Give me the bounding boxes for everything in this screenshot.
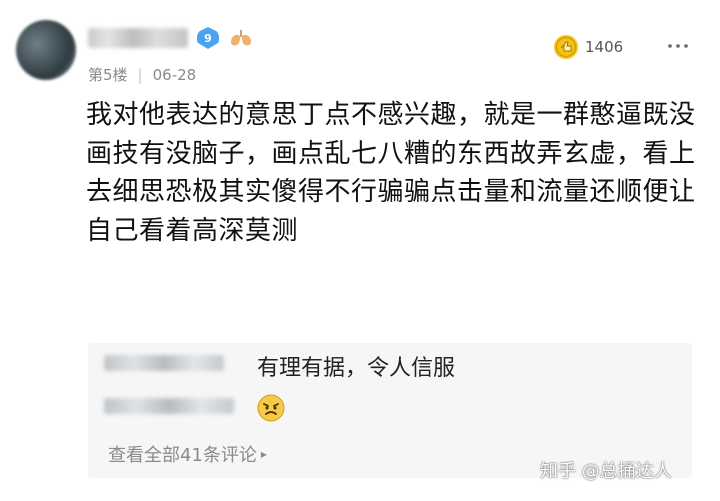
view-all-label: 查看全部41条评论 <box>108 445 257 466</box>
like-button[interactable]: 1406 <box>553 34 623 60</box>
reply-username-blurred-2[interactable] <box>104 398 234 414</box>
angry-emoji-icon <box>257 394 285 422</box>
level-number: 9 <box>204 31 212 45</box>
watermark: 知乎 @总捅达人 <box>540 461 672 482</box>
more-icon[interactable] <box>668 44 688 48</box>
meta-separator: | <box>137 65 143 84</box>
chevron-right-icon: ▸ <box>260 447 267 461</box>
floor-number: 第5楼 <box>88 66 128 84</box>
username-blurred[interactable] <box>88 28 188 48</box>
level-badge-icon: 9 <box>197 27 219 49</box>
avatar[interactable] <box>16 20 76 80</box>
post-meta: 第5楼 | 06-28 <box>88 64 196 85</box>
post-date: 06-28 <box>152 65 197 84</box>
like-icon <box>554 35 578 59</box>
lung-icon <box>231 30 251 46</box>
view-all-comments-link[interactable]: 查看全部41条评论 ▸ <box>108 441 267 467</box>
reply-username-blurred[interactable] <box>104 355 224 371</box>
like-count: 1406 <box>585 38 624 56</box>
comment-body: 我对他表达的意思丁点不感兴趣，就是一群憨逼既没画技有没脑子，画点乱七八糟的东西故… <box>86 100 696 246</box>
reply-text: 有理有据，令人信服 <box>257 356 456 381</box>
